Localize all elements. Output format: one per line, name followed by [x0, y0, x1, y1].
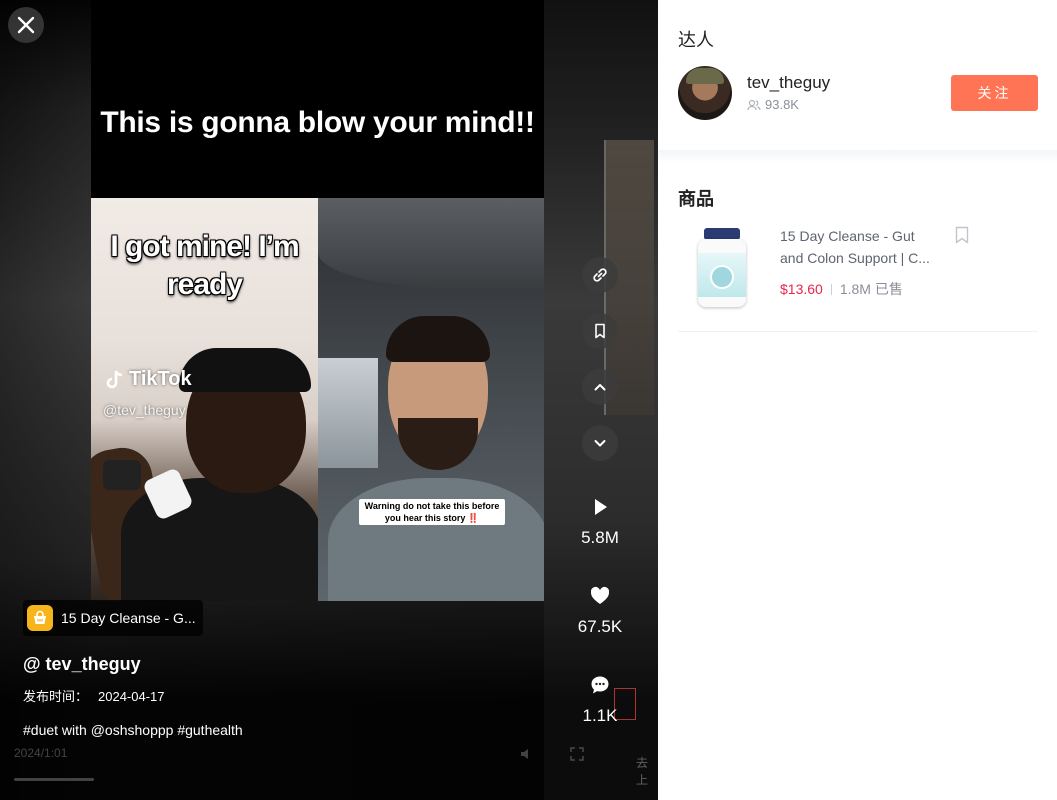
creator-followers: 93.8K — [747, 97, 799, 112]
like-count[interactable]: 67.5K — [560, 585, 640, 637]
player-time: 2024/1:01 — [14, 746, 68, 760]
info-side-panel: 达人 tev_theguy 93.8K 关注 商品 15 Day Cleanse… — [658, 0, 1057, 800]
close-button[interactable] — [8, 7, 44, 43]
fullscreen-icon[interactable] — [569, 746, 585, 762]
followers-icon — [747, 99, 761, 110]
comment-count[interactable]: 1.1K — [560, 674, 640, 726]
products-section-title: 商品 — [678, 189, 714, 209]
creator-section-title: 达人 — [678, 30, 714, 50]
product-divider — [678, 331, 1038, 332]
section-divider — [658, 150, 1057, 164]
play-icon — [595, 499, 607, 515]
next-video-button[interactable] — [582, 425, 618, 461]
video-caption: This is gonna blow your mind!! — [100, 106, 535, 139]
comment-icon — [591, 676, 609, 694]
follow-button[interactable]: 关注 — [951, 75, 1038, 111]
warning-label: Warning do not take this before you hear… — [359, 499, 505, 525]
product-chip-label: 15 Day Cleanse - G... — [61, 610, 196, 626]
copy-link-button[interactable] — [582, 257, 618, 293]
publish-date: 发布时间： 2024-04-17 — [23, 689, 165, 704]
duet-right-panel: Warning do not take this before you hear… — [318, 198, 544, 601]
player-controls: 2024/1:01 去上 — [14, 746, 654, 787]
product-title[interactable]: 15 Day Cleanse - Gut and Colon Support |… — [780, 225, 940, 269]
background-text: 去上 — [636, 756, 649, 787]
video-frame[interactable]: This is gonna blow your mind!! I got min… — [91, 0, 544, 601]
video-tags: #duet with @oshshoppp #guthealth — [23, 722, 243, 738]
previous-video-button[interactable] — [582, 369, 618, 405]
video-detail-modal: This is gonna blow your mind!! I got min… — [0, 0, 1057, 800]
product-price: $13.60 — [780, 281, 823, 297]
bookmark-icon — [595, 323, 605, 339]
shopping-bag-icon — [27, 605, 53, 631]
duet-left-panel: I got mine! I’m ready TikTok @tev_theguy — [91, 198, 318, 601]
volume-icon[interactable] — [519, 746, 535, 762]
chevron-up-icon — [594, 384, 606, 391]
bookmark-icon[interactable] — [954, 226, 970, 244]
creator-avatar[interactable] — [678, 66, 732, 120]
product-price-row: $13.60 1.8M 已售 — [780, 279, 903, 299]
product-sold: 1.8M 已售 — [839, 281, 903, 297]
bookmark-button[interactable] — [582, 313, 618, 349]
tiktok-logo-icon — [106, 370, 123, 388]
chevron-down-icon — [594, 440, 606, 447]
tiktok-watermark: TikTok — [105, 368, 192, 391]
video-author[interactable]: @ tev_theguy — [23, 654, 141, 675]
heart-icon — [590, 586, 610, 604]
link-icon — [593, 268, 607, 282]
close-icon — [17, 16, 35, 34]
video-progress-bar[interactable] — [14, 778, 94, 781]
product-chip[interactable]: 15 Day Cleanse - G... — [23, 600, 203, 636]
video-player-area: This is gonna blow your mind!! I got min… — [0, 0, 658, 800]
creator-name[interactable]: tev_theguy — [747, 73, 830, 93]
play-count[interactable]: 5.8M — [560, 496, 640, 548]
product-image[interactable] — [682, 220, 762, 314]
watermark-handle: @tev_theguy — [103, 402, 186, 418]
video-sticker-text: I got mine! I’m ready — [110, 230, 299, 301]
